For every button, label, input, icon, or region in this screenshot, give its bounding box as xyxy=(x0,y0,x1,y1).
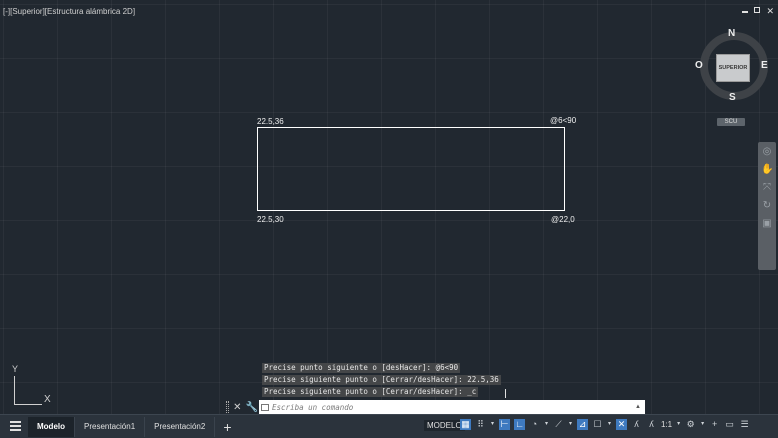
ortho-icon[interactable]: ∟ xyxy=(514,419,525,430)
steering-wheel-icon[interactable]: ◎ xyxy=(761,146,773,158)
chevron-down-icon[interactable]: ▾ xyxy=(676,419,681,430)
close-icon[interactable]: ✕ xyxy=(766,6,774,16)
ucs-x-axis xyxy=(14,404,42,405)
pan-icon[interactable]: ✋ xyxy=(761,164,773,176)
chevron-down-icon[interactable]: ▾ xyxy=(544,419,549,430)
coord-label-bottom-right: @22,0 xyxy=(551,215,575,224)
annotation-scale-icon[interactable]: ʎ xyxy=(646,419,657,430)
ucs-icon: Y X xyxy=(6,360,56,410)
layout-tabs: Modelo Presentación1 Presentación2 + xyxy=(28,417,240,437)
auto-scale-icon[interactable]: ʎ xyxy=(631,419,642,430)
navigation-bar: ◎ ✋ ⤧ ↻ ▣ xyxy=(758,142,776,270)
tab-presentacion1[interactable]: Presentación1 xyxy=(75,417,146,437)
maximize-icon[interactable] xyxy=(754,7,761,13)
infer-icon[interactable]: ⊢ xyxy=(499,419,510,430)
orbit-icon[interactable]: ↻ xyxy=(761,200,773,212)
tab-modelo[interactable]: Modelo xyxy=(28,417,75,437)
command-history-line: Precise siguiente punto o [Cerrar/desHac… xyxy=(262,387,479,397)
crosshair-cursor xyxy=(505,389,506,398)
close-icon[interactable]: ✕ xyxy=(233,402,241,413)
customize-menu-icon[interactable]: ☰ xyxy=(739,419,750,430)
zoom-icon[interactable]: ⤧ xyxy=(761,182,773,194)
showmotion-icon[interactable]: ▣ xyxy=(761,218,773,230)
model-space-button[interactable]: MODELO xyxy=(424,420,465,431)
compass-west[interactable]: O xyxy=(695,60,703,71)
viewport-window-controls: ✕ xyxy=(742,6,774,16)
wrench-icon[interactable]: 🔧 xyxy=(246,402,258,413)
status-tools: ▦ ⠿ ▾ ⊢ ∟ ◔ ▾ ⟋ ▾ ⊿ ☐ ▾ ✕ ʎ ʎ 1:1 ▾ ⚙ ▾ … xyxy=(460,419,750,430)
ucs-y-axis-label: Y xyxy=(12,364,19,374)
annotation-scale-value[interactable]: 1:1 xyxy=(661,420,672,429)
command-history-line: Precise punto siguiente o [desHacer]: @6… xyxy=(262,363,461,373)
drag-handle[interactable] xyxy=(226,401,230,413)
command-history-line: Precise siguiente punto o [Cerrar/desHac… xyxy=(262,375,501,385)
chevron-down-icon[interactable]: ▾ xyxy=(490,419,495,430)
coord-label-top-right: @6<90 xyxy=(550,116,577,125)
chevron-down-icon[interactable]: ▾ xyxy=(568,419,573,430)
chevron-down-icon[interactable]: ▾ xyxy=(607,419,612,430)
ucs-y-axis xyxy=(14,376,15,404)
snap-icon[interactable]: ⠿ xyxy=(475,419,486,430)
command-prompt-icon[interactable] xyxy=(261,403,269,411)
viewcube[interactable]: SUPERIOR N S E O xyxy=(695,28,770,103)
linewidth-icon[interactable]: ☐ xyxy=(592,419,603,430)
grid-icon[interactable]: ▦ xyxy=(460,419,471,430)
ucs-x-axis-label: X xyxy=(44,394,51,405)
osnap-icon[interactable]: ⊿ xyxy=(577,419,588,430)
hamburger-menu-icon[interactable] xyxy=(10,421,21,431)
ucs-menu-button[interactable]: SCU xyxy=(717,118,745,126)
add-layout-button[interactable]: + xyxy=(215,417,239,437)
tab-presentacion2[interactable]: Presentación2 xyxy=(145,417,216,437)
workspace-gear-icon[interactable]: ⚙ xyxy=(685,419,696,430)
command-line-tools: ✕ 🔧 xyxy=(226,400,258,414)
command-line: ▲ xyxy=(259,400,645,414)
add-icon[interactable]: + xyxy=(709,419,720,430)
units-icon[interactable]: ▭ xyxy=(724,419,735,430)
chevron-down-icon[interactable]: ▾ xyxy=(700,419,705,430)
isodraft-icon[interactable]: ⟋ xyxy=(553,419,564,430)
compass-east[interactable]: E xyxy=(761,60,768,71)
minimize-icon[interactable] xyxy=(742,11,749,13)
annotation-visibility-icon[interactable]: ✕ xyxy=(616,419,627,430)
command-input[interactable] xyxy=(272,401,636,413)
rectangle-geometry[interactable] xyxy=(257,127,565,211)
status-bar: Modelo Presentación1 Presentación2 + MOD… xyxy=(0,414,778,438)
viewcube-face-top[interactable]: SUPERIOR xyxy=(716,54,750,82)
compass-south[interactable]: S xyxy=(729,92,736,103)
coord-label-bottom-left: 22.5,30 xyxy=(257,215,284,224)
coord-label-top-left: 22.5,36 xyxy=(257,117,284,126)
history-arrow-icon[interactable]: ▲ xyxy=(635,404,641,410)
viewport-controls-label[interactable]: [-][Superior][Estructura alámbrica 2D] xyxy=(3,7,135,16)
polar-icon[interactable]: ◔ xyxy=(529,419,540,430)
compass-north[interactable]: N xyxy=(728,28,735,39)
